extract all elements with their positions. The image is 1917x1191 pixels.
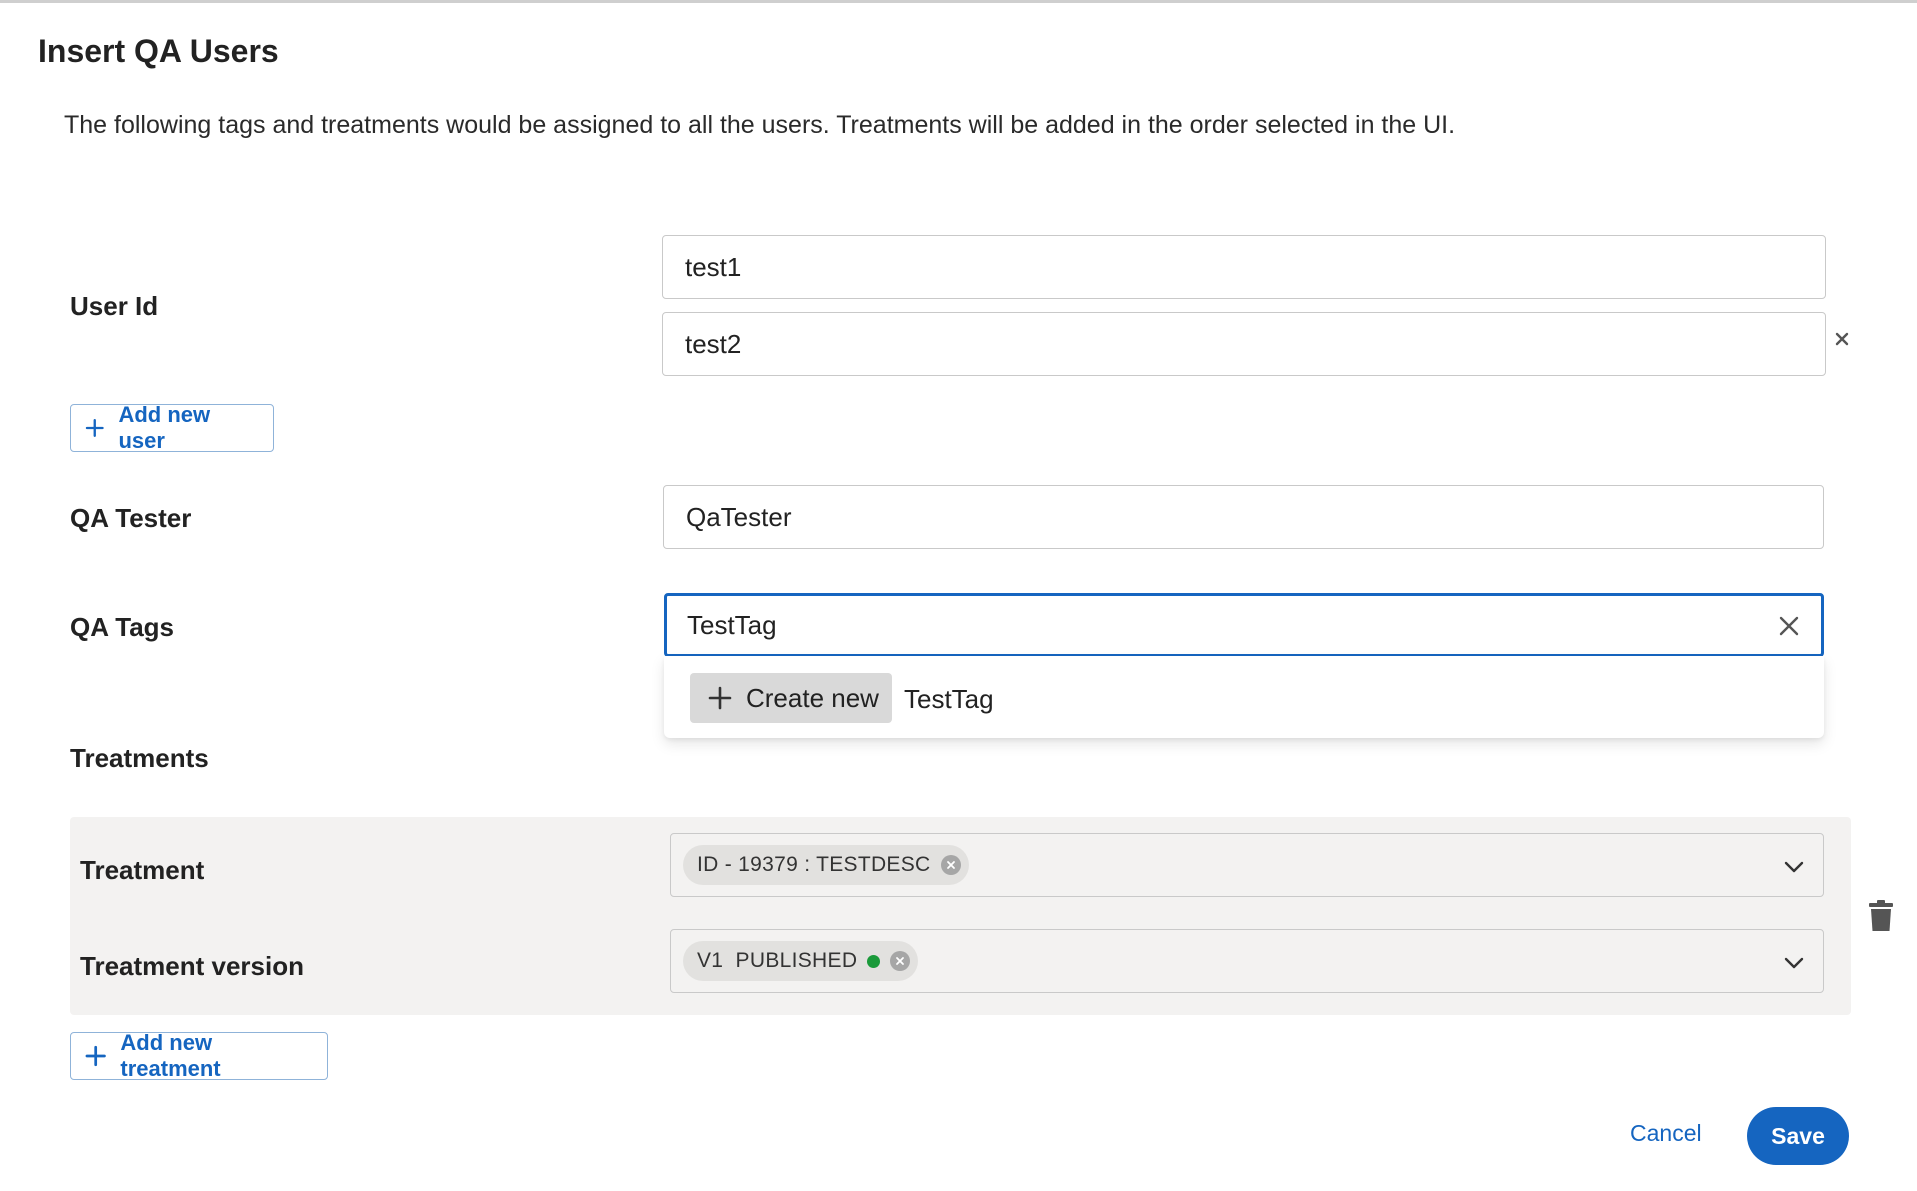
user-id-input-1[interactable]: test1 (662, 235, 1826, 299)
clear-icon[interactable] (1774, 611, 1804, 641)
plus-icon (85, 1045, 106, 1067)
add-new-user-button[interactable]: Add new user (70, 402, 274, 453)
add-new-user-label: Add new user (118, 402, 211, 453)
qa-tester-label: QA Tester (70, 503, 192, 533)
chevron-down-icon[interactable] (1783, 856, 1805, 878)
save-button[interactable]: Save (1747, 1107, 1849, 1165)
qa-tester-input[interactable]: QaTester (663, 485, 1824, 549)
treatment-chip: ID - 19379 : TESTDESC (683, 845, 969, 885)
remove-chip-icon[interactable] (940, 855, 961, 875)
add-new-treatment-button[interactable]: Add new treatment (70, 1030, 328, 1081)
qa-tags-input[interactable]: TestTag (664, 593, 1824, 657)
remove-user-icon[interactable] (1832, 329, 1852, 349)
tags-dropdown: Create new TestTag (664, 656, 1824, 738)
version-chip: V1 PUBLISHED (683, 941, 919, 981)
create-new-tag-option[interactable]: Create new (690, 673, 892, 723)
treatment-version-label: Treatment version (80, 951, 304, 981)
remove-chip-icon[interactable] (890, 951, 911, 971)
create-new-label: Create new (746, 682, 879, 713)
user-id-label: User Id (70, 291, 159, 321)
treatment-select[interactable]: ID - 19379 : TESTDESC (670, 833, 1824, 897)
published-status-dot (867, 954, 881, 968)
trash-icon[interactable] (1868, 900, 1894, 932)
cancel-button[interactable]: Cancel (1630, 1120, 1702, 1156)
version-chip-label: V1 PUBLISHED (697, 949, 858, 972)
user-id-input-2[interactable]: test2 (662, 312, 1826, 376)
treatments-section-label: Treatments (70, 743, 209, 773)
dialog-description: The following tags and treatments would … (64, 111, 1456, 139)
treatment-label: Treatment (80, 855, 205, 885)
plus-icon (708, 686, 732, 710)
dialog-title: Insert QA Users (38, 33, 279, 69)
chevron-down-icon[interactable] (1783, 952, 1805, 974)
create-new-value: TestTag (904, 684, 994, 714)
treatment-chip-label: ID - 19379 : TESTDESC (697, 853, 931, 876)
insert-qa-users-dialog: Insert QA Users The following tags and t… (0, 0, 1917, 1191)
qa-tags-label: QA Tags (70, 612, 175, 642)
treatment-version-select[interactable]: V1 PUBLISHED (670, 929, 1824, 993)
plus-icon (85, 419, 104, 437)
add-new-treatment-label: Add new treatment (120, 1030, 221, 1081)
